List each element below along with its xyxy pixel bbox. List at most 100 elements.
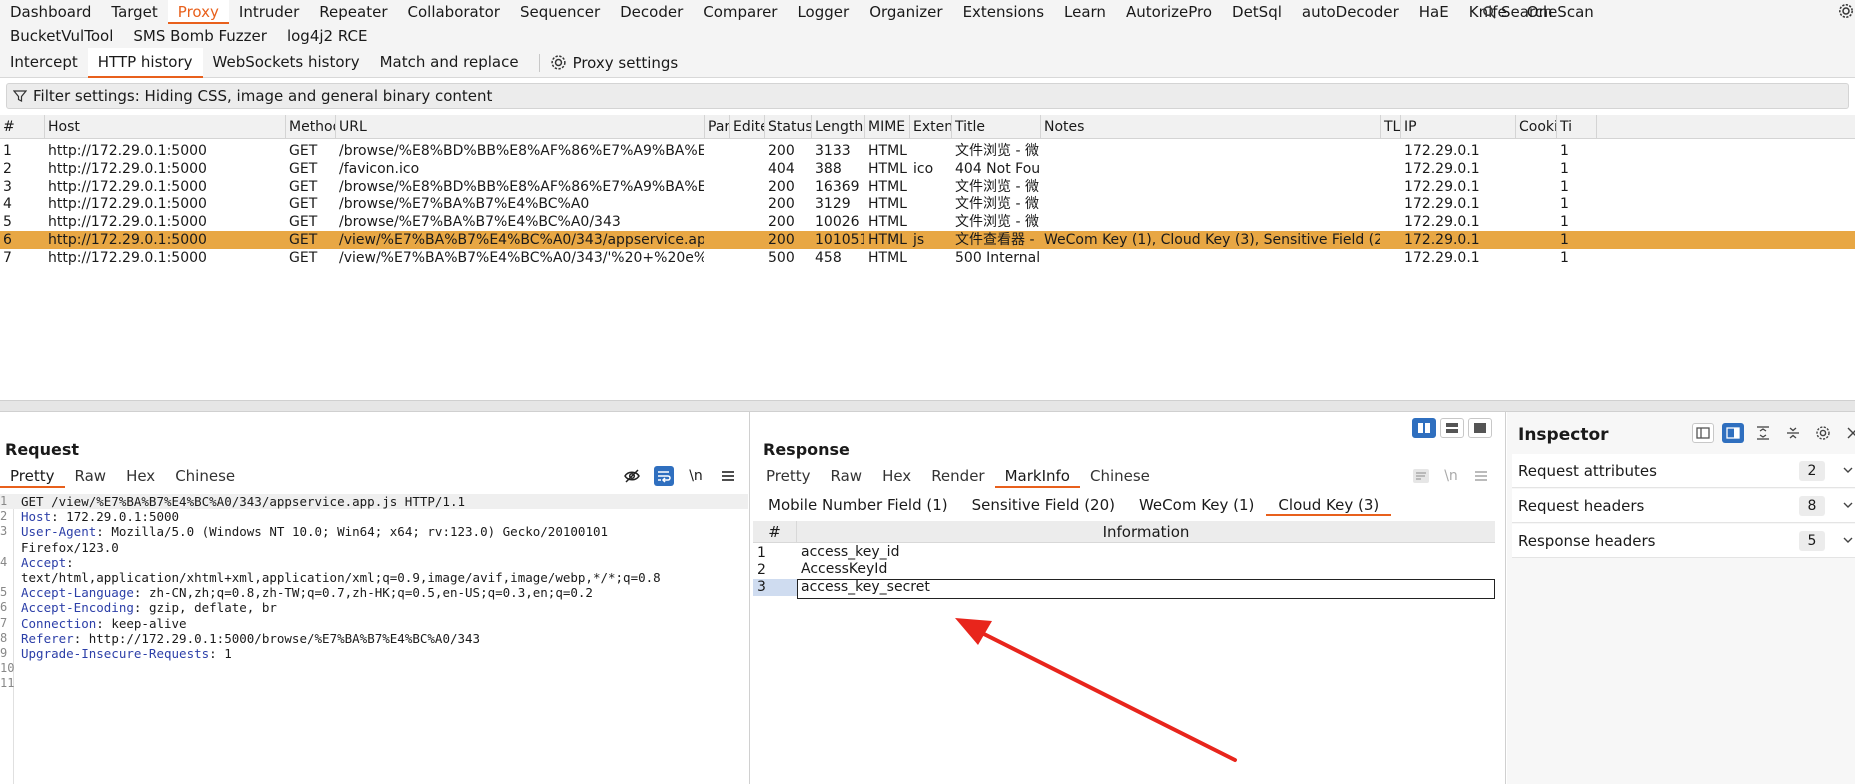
menu-item-sequencer[interactable]: Sequencer bbox=[510, 0, 610, 24]
column-header-mime-t[interactable]: MIME t bbox=[865, 115, 910, 138]
inspector-section-response-headers[interactable]: Response headers 5 bbox=[1512, 524, 1855, 558]
response-tab-hex[interactable]: Hex bbox=[872, 464, 921, 488]
response-tab-render[interactable]: Render bbox=[921, 464, 994, 488]
filter-settings-bar[interactable]: Filter settings: Hiding CSS, image and g… bbox=[6, 83, 1849, 109]
menu-item-proxy[interactable]: Proxy bbox=[167, 0, 229, 24]
markinfo-tab-mobile-number-field-1[interactable]: Mobile Number Field (1) bbox=[756, 494, 960, 516]
markinfo-tab-sensitive-field-20[interactable]: Sensitive Field (20) bbox=[960, 494, 1127, 516]
menu-item-autodecoder[interactable]: autoDecoder bbox=[1292, 0, 1409, 24]
cell-title: 文件浏览 - 微... bbox=[955, 143, 1040, 159]
column-header-length[interactable]: Length bbox=[812, 115, 865, 138]
markinfo-row[interactable]: 1 access_key_id bbox=[753, 545, 1495, 562]
menu-item-hae[interactable]: HaE bbox=[1409, 0, 1459, 24]
tab-intercept[interactable]: Intercept bbox=[0, 48, 88, 78]
table-row[interactable]: 4 http://172.29.0.1:5000 GET/browse/%E7%BA… bbox=[0, 195, 1855, 213]
markinfo-row[interactable]: 2 AccessKeyId bbox=[753, 562, 1495, 579]
request-tab-hex[interactable]: Hex bbox=[116, 464, 165, 488]
close-icon[interactable] bbox=[1842, 423, 1855, 443]
menu-item-collaborator[interactable]: Collaborator bbox=[398, 0, 510, 24]
request-tab-raw[interactable]: Raw bbox=[65, 464, 117, 488]
menu-icon[interactable] bbox=[718, 466, 738, 486]
column-header-notes[interactable]: Notes bbox=[1041, 115, 1381, 138]
table-row[interactable]: 2 http://172.29.0.1:5000 GET/favicon.ico 40… bbox=[0, 160, 1855, 178]
response-tab-raw[interactable]: Raw bbox=[821, 464, 873, 488]
wrap-icon[interactable] bbox=[1411, 466, 1431, 486]
column-header-ip[interactable]: IP bbox=[1401, 115, 1516, 138]
pane-splitter[interactable] bbox=[0, 400, 1855, 412]
tab-websockets-history[interactable]: WebSockets history bbox=[203, 48, 370, 78]
menu-item-sms-bomb-fuzzer[interactable]: SMS Bomb Fuzzer bbox=[123, 24, 277, 48]
markinfo-tab-cloud-key-3[interactable]: Cloud Key (3) bbox=[1266, 494, 1392, 516]
cell-host: http://172.29.0.1:5000 bbox=[48, 232, 207, 248]
menu-item-comparer[interactable]: Comparer bbox=[693, 0, 787, 24]
tab-match-and-replace[interactable]: Match and replace bbox=[370, 48, 529, 78]
column-header-ti[interactable]: Ti bbox=[1557, 115, 1597, 138]
newline-toggle[interactable]: \n bbox=[1441, 466, 1461, 486]
menu-item-target[interactable]: Target bbox=[101, 0, 167, 24]
menu-item-bucketvultool[interactable]: BucketVulTool bbox=[0, 24, 123, 48]
inspector-section-request-attributes[interactable]: Request attributes 2 bbox=[1512, 454, 1855, 488]
menu-item-decoder[interactable]: Decoder bbox=[610, 0, 693, 24]
menu-item-logger[interactable]: Logger bbox=[787, 0, 859, 24]
split-vertical-icon[interactable] bbox=[1440, 418, 1464, 438]
tab-http-history[interactable]: HTTP history bbox=[87, 47, 203, 78]
column-header-editec[interactable]: Editec bbox=[730, 115, 765, 138]
expand-all-icon[interactable] bbox=[1752, 423, 1774, 443]
table-row[interactable]: 7 http://172.29.0.1:5000 GET/view/%E7%BA%B… bbox=[0, 249, 1855, 267]
column-header-information[interactable]: Information bbox=[797, 521, 1495, 543]
collapse-all-icon[interactable] bbox=[1782, 423, 1804, 443]
markinfo-row[interactable]: 3 access_key_secret bbox=[753, 579, 1495, 599]
menu-item-autorizepro[interactable]: AutorizePro bbox=[1116, 0, 1222, 24]
newline-toggle[interactable]: \n bbox=[686, 466, 706, 486]
split-horizontal-icon[interactable] bbox=[1412, 418, 1436, 438]
gear-icon[interactable] bbox=[1838, 3, 1854, 21]
menu-item-organizer[interactable]: Organizer bbox=[859, 0, 952, 24]
column-header-status-c[interactable]: Status c bbox=[765, 115, 812, 138]
request-tab-pretty[interactable]: Pretty bbox=[0, 464, 65, 488]
request-tab-chinese[interactable]: Chinese bbox=[165, 464, 245, 488]
column-header-url[interactable]: URL bbox=[336, 115, 705, 138]
layout-list-icon[interactable] bbox=[1692, 423, 1714, 443]
single-pane-icon[interactable] bbox=[1468, 418, 1492, 438]
menu-item-log4j2-rce[interactable]: log4j2 RCE bbox=[277, 24, 378, 48]
eye-off-icon[interactable] bbox=[622, 466, 642, 486]
cell-status: 200 bbox=[768, 178, 795, 195]
menu-item-detsql[interactable]: DetSql bbox=[1222, 0, 1292, 24]
header-name: Accept bbox=[21, 554, 67, 570]
cell-method: GET bbox=[289, 214, 318, 231]
menu-icon[interactable] bbox=[1471, 466, 1491, 486]
code-line: 8 Referer: http://172.29.0.1:5000/browse/… bbox=[0, 631, 748, 646]
proxy-settings-button[interactable]: Proxy settings bbox=[550, 54, 678, 72]
column-header-para[interactable]: Para bbox=[705, 115, 730, 138]
response-tab-pretty[interactable]: Pretty bbox=[756, 464, 821, 488]
column-header-number[interactable]: # bbox=[753, 521, 797, 543]
request-editor[interactable]: 1 GET /view/%E7%BA%B7%E4%BC%A0/343/appser… bbox=[0, 494, 748, 784]
menu-item-extensions[interactable]: Extensions bbox=[953, 0, 1054, 24]
markinfo-tab-wecom-key-1[interactable]: WeCom Key (1) bbox=[1127, 494, 1266, 516]
menu-item-repeater[interactable]: Repeater bbox=[309, 0, 397, 24]
cell-host: http://172.29.0.1:5000 bbox=[48, 143, 207, 159]
wrap-icon[interactable] bbox=[654, 466, 674, 486]
menu-item-dashboard[interactable]: Dashboard bbox=[0, 0, 101, 24]
gear-icon[interactable] bbox=[1812, 423, 1834, 443]
column-header-cookie[interactable]: Cookie bbox=[1516, 115, 1557, 138]
cell-num: 5 bbox=[3, 214, 12, 231]
layout-panel-icon[interactable] bbox=[1722, 423, 1744, 443]
search-button[interactable]: Search bbox=[1476, 0, 1559, 24]
column-header-tls[interactable]: TLS bbox=[1381, 115, 1401, 138]
table-row[interactable]: 3 http://172.29.0.1:5000 GET/browse/%E8%BD… bbox=[0, 178, 1855, 196]
column-header-host[interactable]: Host bbox=[45, 115, 286, 138]
response-tab-markinfo[interactable]: MarkInfo bbox=[994, 464, 1080, 488]
table-row[interactable]: 6 http://172.29.0.1:5000 GET/view/%E7%BA%B… bbox=[0, 231, 1855, 249]
column-header-num[interactable]: # bbox=[0, 115, 45, 138]
inspector-section-request-headers[interactable]: Request headers 8 bbox=[1512, 489, 1855, 523]
column-header-extensi[interactable]: Extensi bbox=[910, 115, 952, 138]
menu-item-intruder[interactable]: Intruder bbox=[229, 0, 309, 24]
table-row[interactable]: 5 http://172.29.0.1:5000 GET/browse/%E7%BA… bbox=[0, 213, 1855, 231]
menu-item-learn[interactable]: Learn bbox=[1054, 0, 1116, 24]
gear-icon bbox=[550, 55, 566, 70]
column-header-title[interactable]: Title bbox=[952, 115, 1041, 138]
column-header-method[interactable]: Method bbox=[286, 115, 336, 138]
response-tab-chinese[interactable]: Chinese bbox=[1080, 464, 1160, 488]
table-row[interactable]: 1 http://172.29.0.1:5000 GET/browse/%E8%BD… bbox=[0, 142, 1855, 160]
